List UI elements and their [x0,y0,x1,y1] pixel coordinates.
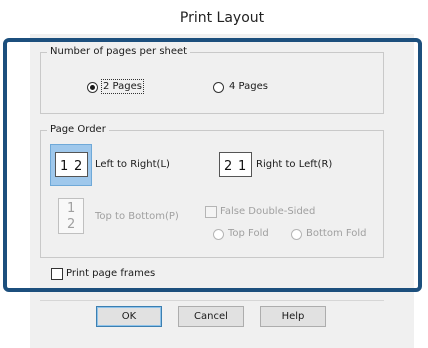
help-button[interactable]: Help [260,306,326,327]
dialog-title: Print Layout [179,10,265,26]
highlight-frame [3,38,422,292]
ok-button[interactable]: OK [96,306,162,327]
button-separator [40,300,384,301]
cancel-button[interactable]: Cancel [178,306,244,327]
